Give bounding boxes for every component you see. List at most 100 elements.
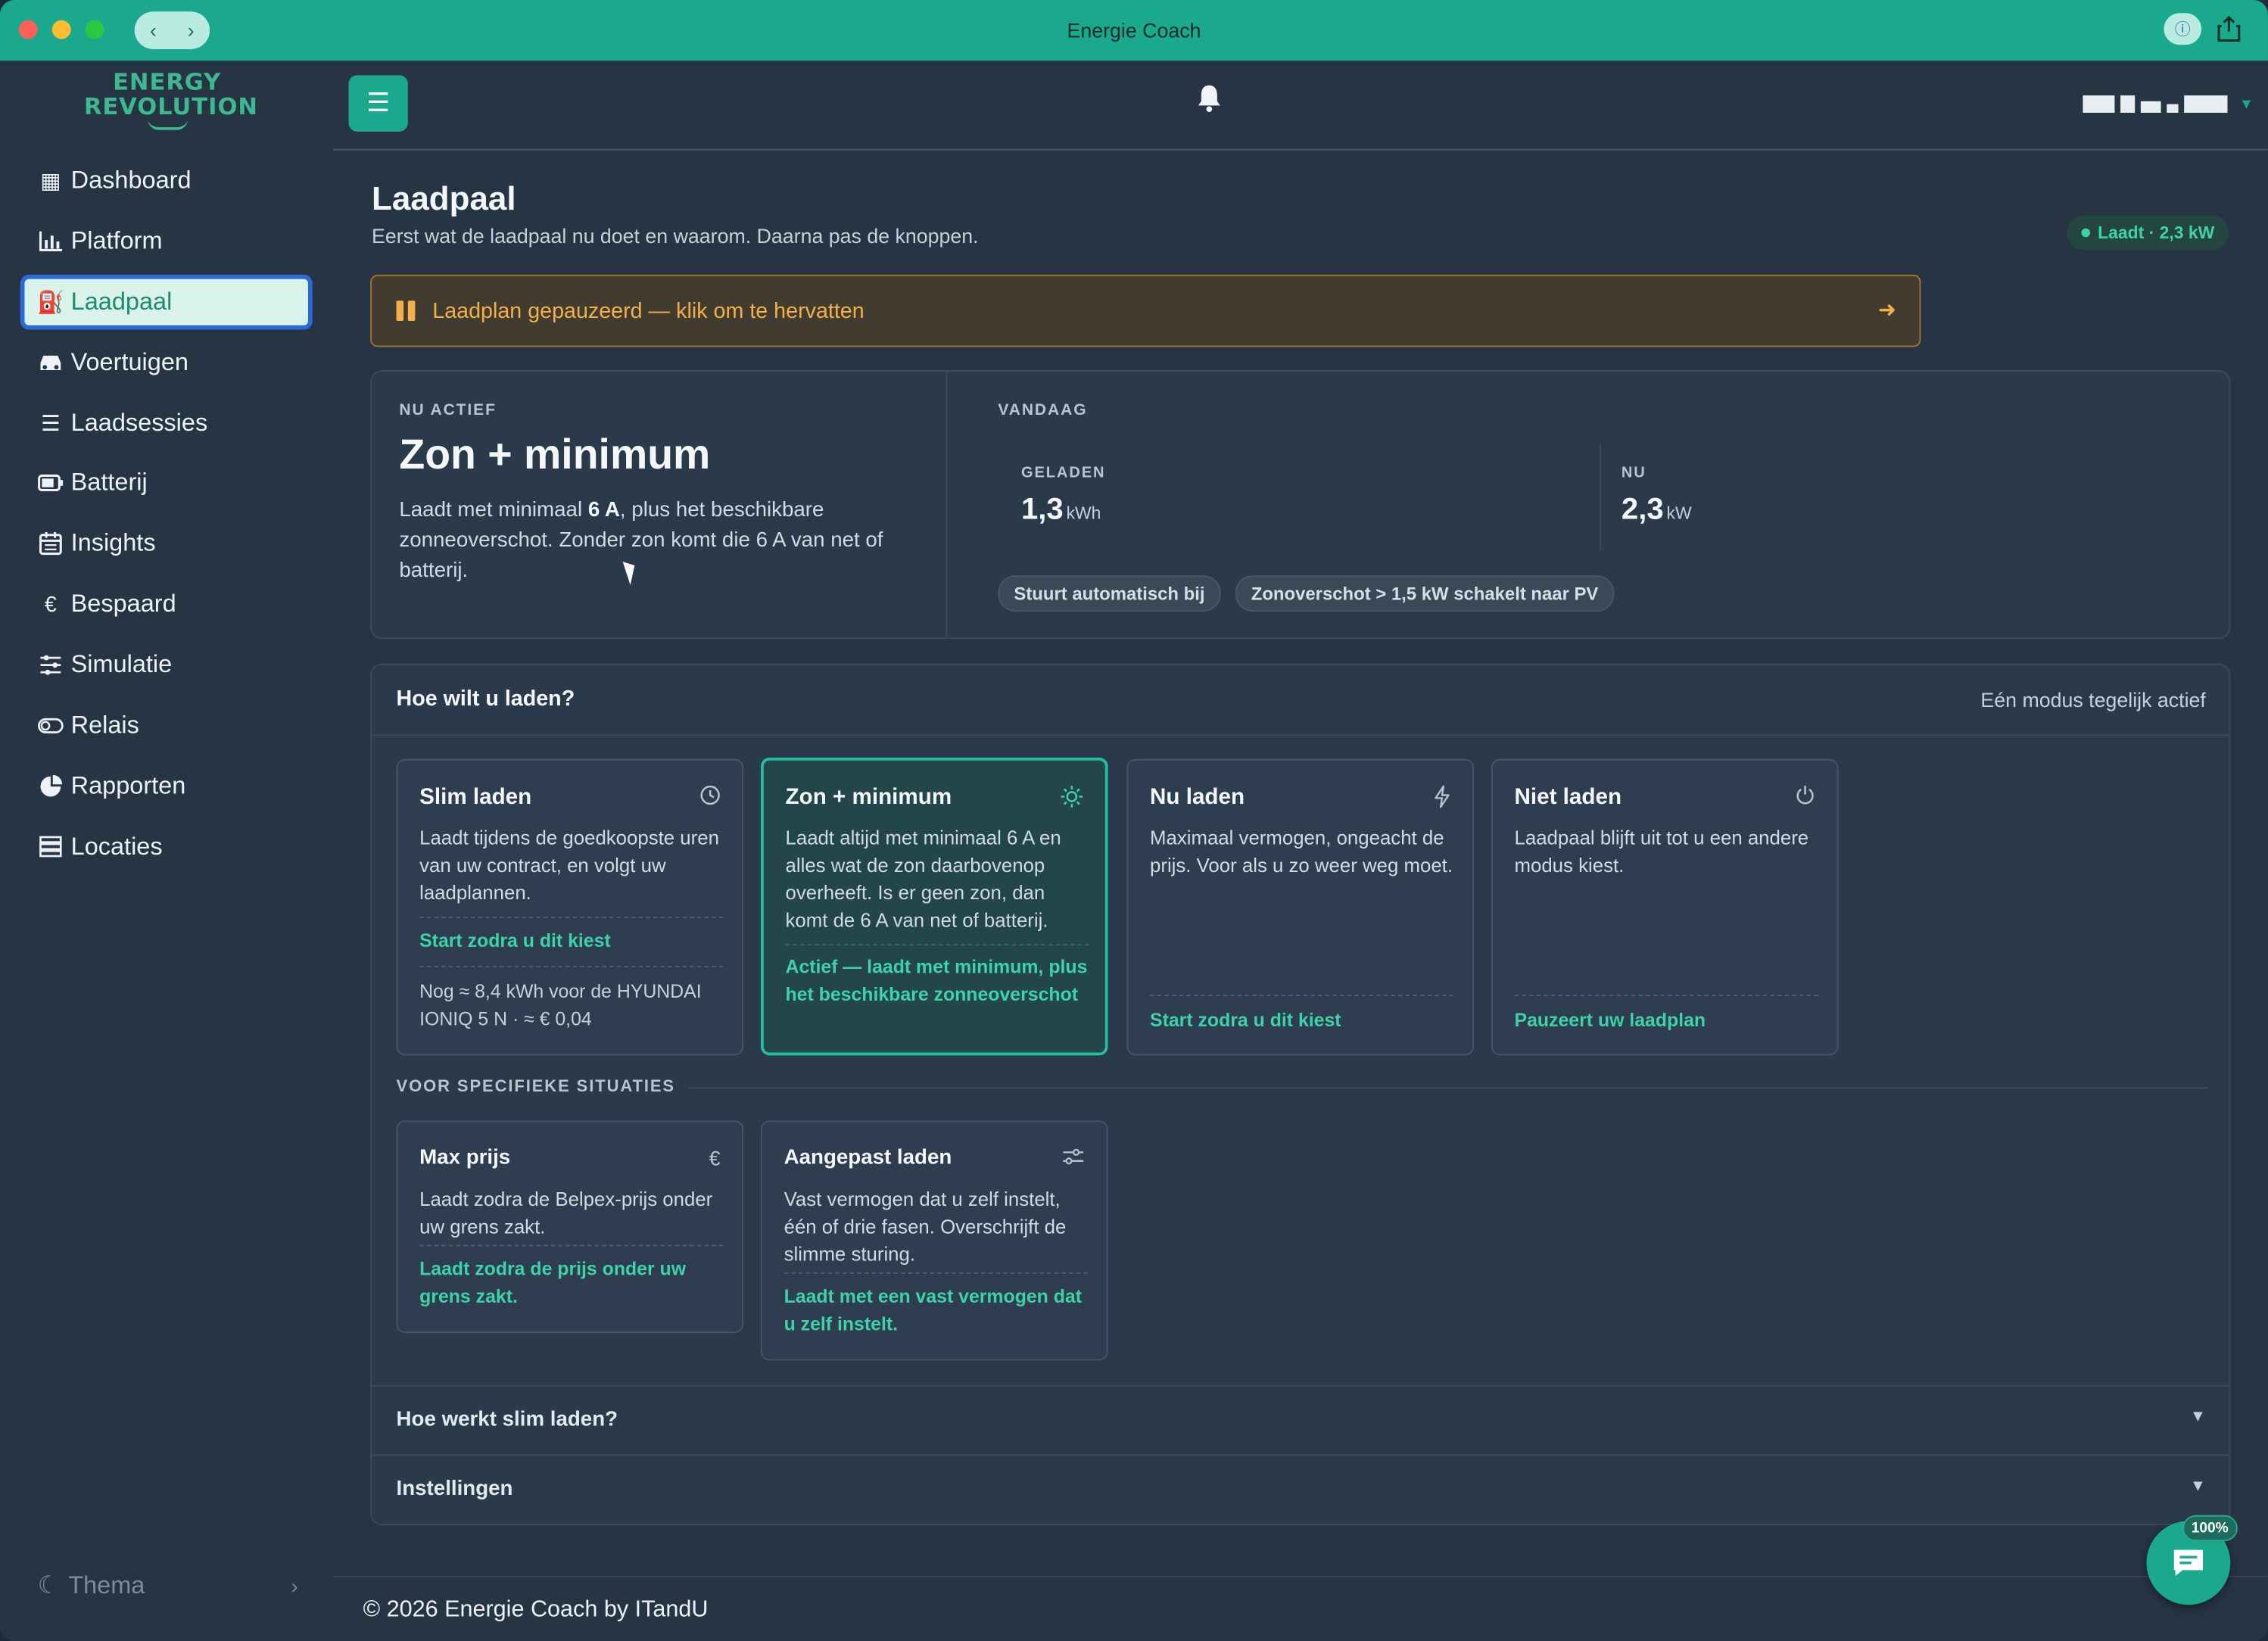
sidebar-item-dashboard[interactable]: ▦ Dashboard [20,153,313,208]
paused-plan-banner[interactable]: Laadplan gepauzeerd — klik om te hervatt… [370,274,1921,347]
power-icon [1795,785,1815,809]
status-badge-text: Laadt · 2,3 kW [2098,223,2215,243]
mode-description: Laadt zodra de Belpex-prijs onder uw gre… [419,1188,713,1238]
sun-icon [1061,785,1084,812]
stat-label: NU [1621,464,1646,482]
sliders-icon [38,655,64,676]
logo-line-2: REVOLUTION [83,92,258,120]
bell-icon[interactable] [1196,84,1222,122]
accordion-hoe-werkt-slim-laden[interactable]: Hoe werkt slim laden? ▼ [372,1384,2229,1455]
charged-stat: GELADEN 1,3 kWh [1021,464,1105,528]
mode-description: Vast vermogen dat u zelf instelt, één of… [784,1188,1067,1266]
sidebar-item-batterij[interactable]: Batterij [20,456,313,512]
now-stat: NU 2,3 kW [1622,464,1692,528]
mode-card-slim-laden[interactable]: Slim laden Laadt tijdens de goedkoopste … [396,758,744,1056]
active-mode-card: NU ACTIEF Zon + minimum Laadt met minima… [370,369,2231,640]
sidebar-nav: ▦ Dashboard Platform ⛽ Laadpaal Voertuigen… [20,153,313,880]
divider [419,917,724,918]
footer: © 2026 Energie Coach by ITandU [332,1576,2268,1641]
chat-icon [2173,1549,2203,1577]
avatar [2083,95,2115,113]
sidebar-item-locaties[interactable]: Locaties [20,820,313,875]
accordion-instellingen[interactable]: Instellingen ▼ [372,1454,2229,1524]
mode-card-niet-laden[interactable]: Niet laden Laadpaal blijft uit tot u een… [1491,758,1839,1056]
divider [785,944,1089,946]
charge-modes-card: Hoe wilt u laden? Eén modus tegelijk act… [370,663,2231,1526]
mode-action: Laadt met een vast vermogen dat u zelf i… [784,1285,1083,1335]
mode-card-zon-minimum[interactable]: Zon + minimum Laadt altijd met minimaal … [761,757,1108,1056]
page-title: Laadpaal [372,179,516,217]
sidebar-item-laadsessies[interactable]: ☰ Laadsessies [20,396,313,451]
chevron-right-icon: › [291,1574,298,1598]
sidebar-item-label: Voertuigen [70,347,188,375]
mode-card-max-prijs[interactable]: Max prijs € Laadt zodra de Belpex-prijs … [396,1120,744,1334]
sidebar-item-label: Insights [70,529,156,558]
stat-unit: kWh [1066,503,1101,524]
mode-estimate: Nog ≈ 8,4 kWh voor de HYUNDAI IONIQ 5 N … [419,980,702,1029]
pause-icon [396,300,416,322]
sidebar-item-label: Batterij [70,469,148,497]
chat-badge: 100% [2182,1515,2238,1542]
info-icon[interactable]: ⓘ [2164,13,2202,45]
avatar-blur [2167,104,2179,113]
active-mode-description: Laadt met minimaal 6 A, plus het beschik… [399,496,920,587]
sidebar-item-label: Laadpaal [70,287,173,315]
sidebar-item-simulatie[interactable]: Simulatie [20,638,313,693]
section-divider [688,1086,2207,1088]
accordion-title: Instellingen [396,1478,513,1501]
accordion-title: Hoe werkt slim laden? [396,1408,618,1431]
list-icon: ☰ [41,411,61,437]
sidebar-item-rapporten[interactable]: Rapporten [20,759,313,814]
mode-description: Laadpaal blijft uit tot u een andere mod… [1514,827,1809,877]
mode-card-nu-laden[interactable]: Nu laden Maximaal vermogen, ongeacht de … [1126,758,1475,1056]
active-mode-title: Zon + minimum [399,432,711,479]
sidebar-item-label: Bespaard [70,590,176,618]
mode-action: Actief — laadt met minimum, plus het bes… [785,955,1088,1005]
mode-title: Zon + minimum [785,785,952,810]
mode-action: Laadt zodra de prijs onder uw grens zakt… [419,1257,687,1307]
desc-bold: 6 A [587,498,620,522]
toggle-icon [38,717,64,734]
footer-text: © 2026 Energie Coach by ITandU [363,1597,709,1623]
moon-icon: ☾ [37,1571,60,1599]
sidebar-item-label: Laadsessies [70,408,208,437]
sidebar-item-label: Relais [70,711,139,740]
desc-text: Laadt met minimaal [399,498,588,522]
stat-value: 1,3 kWh [1021,493,1105,528]
divider [784,1272,1088,1274]
brand-logo[interactable]: ENERGY REVOLUTION [83,70,258,130]
app-window: ‹ › Energie Coach ⓘ ENERGY REVOLUTION ▦ D… [0,0,2268,1641]
theme-toggle[interactable]: ☾ Thema › [38,1571,298,1600]
stat-unit: kW [1666,503,1692,524]
divider [1514,995,1818,997]
window-titlebar: ‹ › Energie Coach ⓘ [0,0,2268,61]
logo-swoosh [146,119,188,130]
menu-toggle-button[interactable]: ☰ [348,75,408,132]
stat-value: 2,3 kW [1622,493,1692,528]
sidebar-item-platform[interactable]: Platform [20,213,313,269]
theme-label: Thema [68,1571,145,1599]
stat-label: GELADEN [1020,464,1106,482]
pv-switch-chip: Zonoverschot > 1,5 kW schakelt naar PV [1235,575,1615,612]
share-icon[interactable] [2213,13,2245,45]
mode-title: Slim laden [419,785,532,810]
calendar-icon [38,532,64,556]
sidebar: ENERGY REVOLUTION ▦ Dashboard Platform ⛽ L… [0,61,333,1641]
euro-icon: € [709,1146,721,1170]
sidebar-item-insights[interactable]: Insights [20,517,313,572]
mode-card-aangepast-laden[interactable]: Aangepast laden Vast vermogen dat u zelf… [761,1120,1108,1361]
sidebar-item-label: Rapporten [70,771,186,800]
mode-description: Laadt tijdens de goedkoopste uren van uw… [419,827,719,904]
user-menu[interactable]: ▼ [2083,95,2254,113]
chevron-down-icon: ▼ [2190,1478,2206,1496]
status-dot [2082,228,2091,238]
euro-icon: € [44,592,57,618]
sidebar-item-laadpaal[interactable]: ⛽ Laadpaal [20,274,313,330]
sidebar-item-bespaard[interactable]: € Bespaard [20,578,313,633]
sidebar-item-relais[interactable]: Relais [20,699,313,754]
mode-title: Aangepast laden [784,1146,952,1170]
hamburger-icon: ☰ [366,88,391,117]
avatar-blur [2184,95,2228,113]
sidebar-item-voertuigen[interactable]: Voertuigen [20,335,313,391]
server-icon [38,836,64,858]
